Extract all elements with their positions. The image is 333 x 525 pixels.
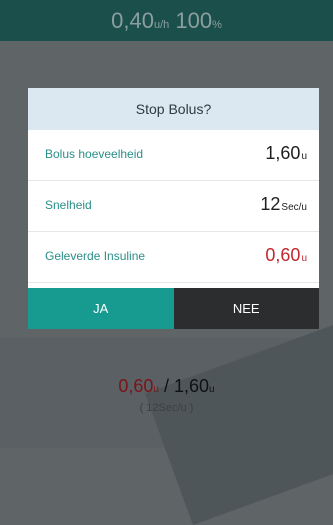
speed-number: 12 <box>260 194 281 214</box>
total-unit: u <box>209 384 215 395</box>
basal-rate-value: 0,40 <box>111 8 154 33</box>
speed-value: 12Sec/u <box>260 194 307 215</box>
delivered-insulin-value: 0,60u <box>265 245 307 266</box>
no-button[interactable]: NEE <box>173 288 319 329</box>
delivered-insulin-unit: u <box>301 253 307 264</box>
bolus-amount-row: Bolus hoeveelheid 1,60u <box>28 130 319 181</box>
speed-label: Snelheid <box>45 198 92 212</box>
stop-bolus-dialog: Stop Bolus? Bolus hoeveelheid 1,60u Snel… <box>28 88 319 329</box>
percent-value: 100 <box>175 8 213 33</box>
delivered-value: 0,60 <box>118 376 154 396</box>
rate-unit: Sec/u <box>158 402 187 414</box>
delivered-insulin-number: 0,60 <box>265 245 301 265</box>
bolus-amount-label: Bolus hoeveelheid <box>45 147 144 161</box>
bolus-amount-number: 1,60 <box>265 143 301 163</box>
delivered-insulin-label: Geleverde Insuline <box>45 249 146 263</box>
bolus-amount-unit: u <box>301 151 307 162</box>
rate-close: ) <box>186 402 194 414</box>
delivered-insulin-row: Geleverde Insuline 0,60u <box>28 232 319 283</box>
bolus-amount-value: 1,60u <box>265 143 307 164</box>
status-header: 0,40u/h 100% <box>0 0 333 41</box>
delivery-progress: 0,60u / 1,60u <box>0 376 333 397</box>
total-value: 1,60 <box>174 376 210 396</box>
rate-value: 12 <box>146 402 159 414</box>
dialog-buttons: JA NEE <box>28 288 319 329</box>
basal-status: 0,40u/h 100% <box>0 8 333 34</box>
yes-button[interactable]: JA <box>28 288 174 329</box>
delivery-rate: ( 12Sec/u ) <box>0 402 333 414</box>
speed-row: Snelheid 12Sec/u <box>28 181 319 232</box>
dialog-title: Stop Bolus? <box>28 88 319 130</box>
percent-unit: % <box>212 19 222 31</box>
basal-rate-unit: u/h <box>153 19 170 31</box>
speed-unit: Sec/u <box>281 202 307 213</box>
delivery-separator: / <box>158 376 174 396</box>
